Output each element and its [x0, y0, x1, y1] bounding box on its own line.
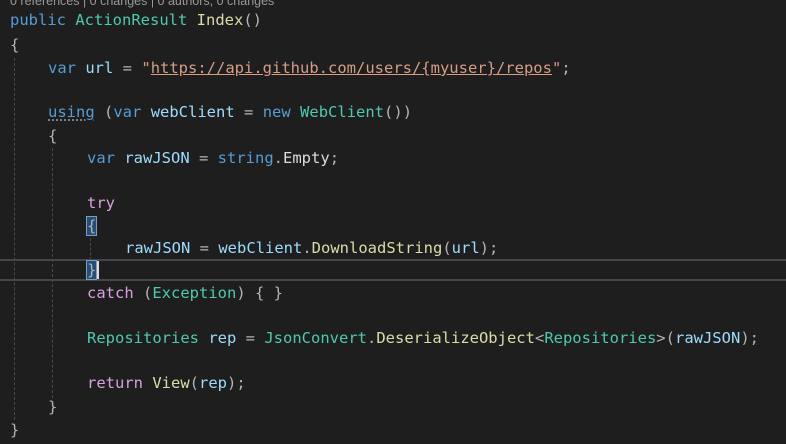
current-line-highlight	[0, 259, 786, 281]
code-line-7[interactable]: try	[87, 192, 115, 214]
assign: =	[236, 329, 265, 347]
brace-match-open: {	[85, 216, 98, 236]
close-brace: }	[10, 421, 20, 439]
keyword-using: using	[48, 103, 95, 121]
code-line-1[interactable]: public ActionResult Index()	[10, 9, 262, 31]
code-line-11[interactable]: catch (Exception) { }	[87, 282, 283, 304]
code-line-5[interactable]: {	[48, 125, 57, 147]
method-deserializeobject: DeserializeObject	[376, 329, 535, 347]
semicolon: ;	[329, 149, 340, 167]
code-line-12[interactable]: Repositories rep = JsonConvert.Deseriali…	[87, 327, 759, 349]
assign: =	[234, 103, 263, 121]
variable-rawjson: rawJSON	[124, 149, 190, 167]
punct: ())	[384, 103, 413, 121]
variable-webclient: webClient	[150, 103, 235, 121]
keyword-var: var	[87, 149, 115, 167]
code-line-2[interactable]: {	[10, 34, 19, 56]
text-caret	[97, 261, 99, 279]
variable-rawjson: rawJSON	[125, 239, 191, 257]
punct: (	[94, 103, 114, 121]
punct: (	[133, 284, 153, 302]
code-line-8[interactable]: {	[85, 215, 98, 237]
method-index: Index	[196, 11, 244, 29]
string-quote: "	[551, 59, 562, 77]
keyword-catch: catch	[87, 284, 134, 302]
string-quote: "	[141, 59, 151, 77]
assign: =	[189, 149, 218, 167]
close-brace: }	[48, 398, 58, 416]
punct: ) { }	[236, 284, 284, 302]
assign: =	[190, 239, 219, 257]
type-repositories: Repositories	[87, 329, 199, 347]
indent-guide	[90, 238, 91, 260]
url-link[interactable]: https://api.github.com/users/{myuser}/re…	[151, 59, 552, 77]
code-line-10[interactable]: }	[85, 259, 98, 281]
method-downloadstring: DownloadString	[311, 239, 443, 257]
punct: (	[665, 329, 675, 347]
variable-rep: rep	[208, 329, 237, 347]
keyword-try: try	[87, 194, 115, 212]
variable-webclient: webClient	[218, 239, 303, 257]
argument-url: url	[451, 239, 480, 257]
punct: >	[656, 329, 666, 347]
open-brace: {	[10, 36, 20, 54]
member-empty: Empty	[283, 149, 330, 167]
keyword-return: return	[87, 374, 143, 392]
keyword-var: var	[48, 59, 76, 77]
code-line-14[interactable]: }	[48, 396, 57, 418]
punct: <	[534, 329, 545, 347]
variable-url: url	[85, 59, 114, 77]
type-repositories-generic: Repositories	[544, 329, 657, 347]
dot: .	[273, 149, 284, 167]
keyword-var: var	[113, 103, 142, 121]
code-line-4[interactable]: using (var webClient = new WebClient())	[48, 101, 412, 123]
punct: );	[479, 239, 499, 257]
type-jsonconvert: JsonConvert	[264, 329, 367, 347]
dot: .	[366, 329, 377, 347]
brace-match-close: }	[85, 260, 98, 280]
dot: .	[302, 239, 312, 257]
code-line-13[interactable]: return View(rep);	[87, 372, 246, 394]
argument-rawjson: rawJSON	[674, 329, 741, 347]
method-view: View	[152, 374, 190, 392]
keyword-string: string	[217, 149, 274, 167]
punct: ()	[243, 11, 263, 29]
type-actionresult: ActionResult	[75, 11, 188, 29]
code-line-15[interactable]: }	[10, 419, 19, 441]
keyword-public: public	[10, 11, 66, 29]
punct: );	[740, 329, 759, 347]
code-line-3[interactable]: var url = "https://api.github.com/users/…	[48, 57, 571, 79]
open-brace: {	[48, 127, 58, 145]
indent-guide	[14, 58, 15, 420]
punct: );	[227, 374, 246, 392]
codelens-references[interactable]: 0 references | 0 changes | 0 authors, 0 …	[10, 0, 274, 8]
assign: =	[113, 59, 142, 77]
type-exception: Exception	[152, 284, 237, 302]
punct: (	[189, 374, 200, 392]
keyword-new: new	[262, 103, 291, 121]
argument-rep: rep	[199, 374, 228, 392]
semicolon: ;	[561, 59, 571, 77]
punct: (	[442, 239, 452, 257]
code-line-6[interactable]: var rawJSON = string.Empty;	[87, 147, 339, 169]
code-line-9[interactable]: rawJSON = webClient.DownloadString(url);	[125, 237, 498, 259]
type-webclient: WebClient	[300, 103, 385, 121]
